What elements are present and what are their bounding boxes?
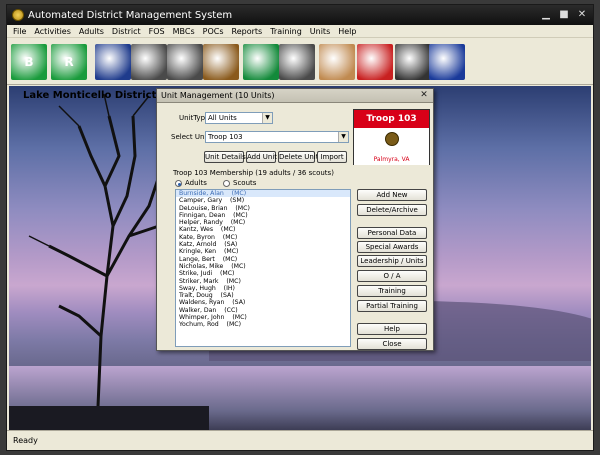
scouts-radio[interactable] bbox=[223, 180, 230, 187]
close-icon[interactable]: ✕ bbox=[575, 9, 589, 21]
list-item[interactable]: Helper, Randy (MC) bbox=[176, 219, 350, 226]
list-item[interactable]: Strike, Judi (MC) bbox=[176, 270, 350, 277]
menu-district[interactable]: District bbox=[108, 27, 145, 36]
person-document-icon[interactable] bbox=[279, 44, 315, 80]
menu-reports[interactable]: Reports bbox=[228, 27, 267, 36]
register-icon[interactable] bbox=[167, 44, 203, 80]
member-list[interactable]: Burnside, Alan (MC) Camper, Gary (SM) DeLo… bbox=[175, 189, 351, 347]
unit-management-dialog: Unit Management (10 Units) ✕ UnitType: A… bbox=[156, 88, 434, 351]
boys-to-men-icon[interactable]: B bbox=[11, 44, 47, 80]
help-button[interactable]: Help bbox=[357, 323, 427, 335]
adults-radio-label: Adults bbox=[185, 179, 207, 187]
flag-icon[interactable] bbox=[429, 44, 465, 80]
list-item[interactable]: Camper, Gary (SM) bbox=[176, 197, 350, 204]
dialog-title: Unit Management (10 Units) bbox=[157, 89, 433, 103]
menu-mbcs[interactable]: MBCs bbox=[169, 27, 199, 36]
meeting-icon[interactable] bbox=[203, 44, 239, 80]
menu-activities[interactable]: Activities bbox=[30, 27, 75, 36]
toolbar: BR bbox=[7, 39, 593, 85]
select-unit-select[interactable]: Troop 103 ▼ bbox=[205, 131, 349, 143]
title-bar: Automated District Management System ▁ ■… bbox=[7, 5, 593, 25]
list-item[interactable]: Yochum, Rod (MC) bbox=[176, 321, 350, 328]
delete-unit-button[interactable]: Delete Unit bbox=[278, 151, 318, 163]
menu-fos[interactable]: FOS bbox=[145, 27, 169, 36]
list-item[interactable]: Nicholas, Mike (MC) bbox=[176, 263, 350, 270]
menu-training[interactable]: Training bbox=[266, 27, 306, 36]
scouts-radio-label: Scouts bbox=[233, 179, 257, 187]
list-item[interactable]: Whimper, John (MC) bbox=[176, 314, 350, 321]
unit-details-button[interactable]: Unit Details bbox=[204, 151, 246, 163]
list-item[interactable]: Sway, Hugh (IH) bbox=[176, 285, 350, 292]
membership-label: Troop 103 Membership (19 adults / 36 sco… bbox=[173, 169, 334, 177]
unit-badge: Troop 103 Palmyra, VA bbox=[353, 109, 430, 165]
magnifier-icon[interactable] bbox=[131, 44, 167, 80]
import-button[interactable]: Import bbox=[317, 151, 347, 163]
partial-training-button[interactable]: Partial Training bbox=[357, 300, 427, 312]
add-unit-button[interactable]: Add Unit bbox=[246, 151, 277, 163]
delete-archive-button[interactable]: Delete/Archive bbox=[357, 204, 427, 216]
personal-data-button[interactable]: Personal Data bbox=[357, 227, 427, 239]
list-item[interactable]: Striker, Mark (MC) bbox=[176, 278, 350, 285]
list-item[interactable]: Tralt, Doug (SA) bbox=[176, 292, 350, 299]
leadership-units-button[interactable]: Leadership / Units bbox=[357, 255, 427, 267]
status-bar: Ready bbox=[7, 430, 593, 450]
special-awards-button[interactable]: Special Awards bbox=[357, 241, 427, 253]
experience-icon[interactable]: R bbox=[51, 44, 87, 80]
add-new-button[interactable]: Add New bbox=[357, 189, 427, 201]
close-button[interactable]: Close bbox=[357, 338, 427, 350]
menu-pocs[interactable]: POCs bbox=[199, 27, 228, 36]
list-item[interactable]: Burnside, Alan (MC) bbox=[176, 190, 350, 198]
training-button[interactable]: Training bbox=[357, 285, 427, 297]
app-icon bbox=[12, 9, 24, 21]
oa-button[interactable]: O / A bbox=[357, 270, 427, 282]
fleur-de-lis-icon[interactable] bbox=[243, 44, 279, 80]
chevron-down-icon: ▼ bbox=[262, 113, 272, 123]
list-item[interactable]: Kantz, Wes (MC) bbox=[176, 226, 350, 233]
list-item[interactable]: Walker, Dan (CC) bbox=[176, 307, 350, 314]
chevron-down-icon: ▼ bbox=[338, 132, 348, 142]
emblem-icon bbox=[385, 132, 399, 146]
adults-radio[interactable] bbox=[175, 180, 182, 187]
window-title: Automated District Management System bbox=[28, 9, 233, 21]
list-item[interactable]: Waldens, Ryan (SA) bbox=[176, 299, 350, 306]
book-icon[interactable] bbox=[95, 44, 131, 80]
list-item[interactable]: DeLouise, Brian (MC) bbox=[176, 205, 350, 212]
badge-title: Troop 103 bbox=[366, 114, 417, 124]
minimize-icon[interactable]: ▁ bbox=[539, 9, 553, 21]
unit-type-select[interactable]: All Units ▼ bbox=[205, 112, 273, 124]
menu-units[interactable]: Units bbox=[306, 27, 334, 36]
list-item[interactable]: Lange, Bert (MC) bbox=[176, 256, 350, 263]
list-item[interactable]: Kringle, Ken (MC) bbox=[176, 248, 350, 255]
list-item[interactable]: Katz, Arnold (SA) bbox=[176, 241, 350, 248]
badge-location: Palmyra, VA bbox=[373, 156, 410, 163]
list-item[interactable]: Finnigan, Dean (MC) bbox=[176, 212, 350, 219]
dialog-close-icon[interactable]: ✕ bbox=[418, 90, 430, 101]
menu-adults[interactable]: Adults bbox=[75, 27, 108, 36]
face-icon[interactable] bbox=[319, 44, 355, 80]
maximize-icon[interactable]: ■ bbox=[557, 9, 571, 21]
medal-icon[interactable] bbox=[357, 44, 393, 80]
list-item[interactable]: Kate, Byron (MC) bbox=[176, 234, 350, 241]
menu-help[interactable]: Help bbox=[334, 27, 360, 36]
menu-bar: File Activities Adults District FOS MBCs POCs R… bbox=[7, 25, 593, 38]
soccer-icon[interactable] bbox=[395, 44, 431, 80]
district-name: Lake Monticello District bbox=[23, 90, 157, 101]
menu-file[interactable]: File bbox=[9, 27, 30, 36]
